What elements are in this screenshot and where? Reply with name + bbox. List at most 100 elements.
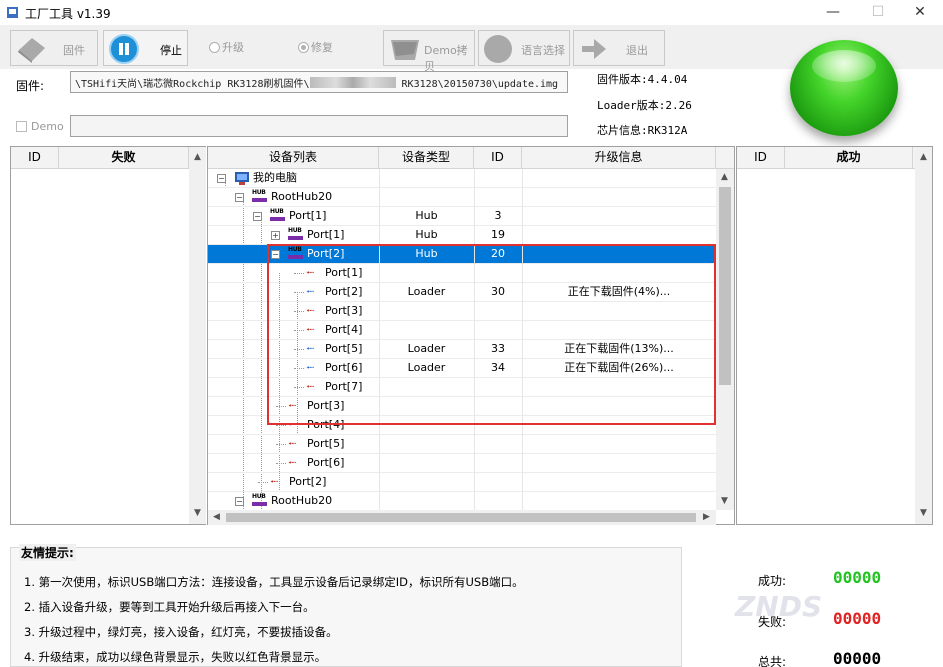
device-id	[474, 188, 522, 207]
device-type	[379, 473, 474, 492]
device-id	[474, 169, 522, 188]
col-id[interactable]: ID	[474, 147, 522, 169]
usb-hub-icon: HUB	[252, 189, 267, 204]
usb-port-icon: ⭪	[288, 437, 297, 450]
demo-copy-icon	[391, 40, 419, 60]
device-v-scrollbar[interactable]: ▲ ▼	[716, 169, 734, 510]
computer-icon	[235, 172, 249, 185]
upgrade-info	[522, 207, 716, 226]
device-tree-row[interactable]: ⭪ Port[2]	[208, 473, 716, 492]
device-h-scrollbar[interactable]: ◀ ▶	[208, 510, 716, 525]
device-tree-row[interactable]: + HUB Port[1] Hub 19	[208, 226, 716, 245]
scroll-up-icon[interactable]: ▲	[189, 149, 206, 166]
device-id	[474, 435, 522, 454]
scroll-up-icon[interactable]: ▲	[915, 149, 932, 166]
fail-count: 00000	[833, 609, 882, 628]
device-tree-row[interactable]: − 我的电脑	[208, 169, 716, 188]
language-icon	[484, 35, 512, 63]
device-name: Port[1]	[307, 228, 345, 241]
total-count-label: 总共:	[758, 655, 787, 667]
scroll-down-icon[interactable]: ▼	[716, 493, 733, 510]
device-name: RootHub20	[271, 494, 333, 507]
device-type	[379, 492, 474, 510]
collapse-icon[interactable]: −	[217, 174, 226, 183]
tips-title: 友情提示:	[19, 544, 76, 561]
collapse-icon[interactable]: −	[235, 497, 244, 506]
upgrade-radio[interactable]: 升级	[209, 39, 244, 55]
device-id: 19	[491, 228, 505, 241]
device-tree-row[interactable]: − HUB Port[1] Hub 3	[208, 207, 716, 226]
demo-path-field[interactable]	[70, 115, 568, 137]
device-id	[474, 492, 522, 510]
stop-button[interactable]: 停止	[103, 30, 188, 66]
redacted-text	[309, 77, 396, 88]
device-name: Port[2]	[289, 475, 327, 488]
scroll-up-icon[interactable]: ▲	[716, 169, 733, 186]
window-title: 工厂工具 v1.39	[25, 7, 111, 21]
device-type	[379, 454, 474, 473]
language-button[interactable]: 语言选择	[478, 30, 570, 66]
exit-button[interactable]: 退出	[573, 30, 665, 66]
upgrade-info	[522, 435, 716, 454]
demo-copy-button[interactable]: Demo拷贝	[383, 30, 475, 73]
device-type: Hub	[415, 228, 438, 241]
device-id: 3	[494, 209, 502, 222]
close-button[interactable]: ✕	[897, 0, 943, 25]
success-col-title[interactable]: 成功	[785, 147, 913, 169]
usb-port-icon: ⭪	[270, 475, 279, 488]
device-name: 我的电脑	[253, 171, 297, 184]
h-scroll-thumb[interactable]	[226, 513, 696, 522]
radio-icon	[209, 42, 220, 53]
usb-hub-icon: HUB	[252, 493, 267, 508]
scroll-left-icon[interactable]: ◀	[208, 509, 225, 526]
device-type	[379, 188, 474, 207]
repair-radio[interactable]: 修复	[298, 39, 333, 55]
success-count-label: 成功:	[758, 574, 787, 588]
arrow-right-icon	[582, 39, 606, 59]
firmware-version: 固件版本:4.4.04	[597, 73, 688, 86]
device-tree-row[interactable]: − HUB RootHub20	[208, 492, 716, 510]
device-name: Port[5]	[307, 437, 345, 450]
col-device-list[interactable]: 设备列表	[208, 147, 379, 169]
success-panel: ID 成功 ▲ ▼	[736, 146, 933, 525]
firmware-path-field[interactable]: \TSHifi天尚\瑞芯微Rockchip RK3128刷机固件\ RK3128…	[70, 71, 568, 93]
scroll-down-icon[interactable]: ▼	[189, 505, 206, 522]
collapse-icon[interactable]: −	[253, 212, 262, 221]
loader-version: Loader版本:2.26	[597, 99, 692, 112]
usb-hub-icon: HUB	[288, 227, 303, 242]
device-tree-row[interactable]: ⭪ Port[6]	[208, 454, 716, 473]
fail-col-title[interactable]: 失败	[59, 147, 189, 169]
scroll-down-icon[interactable]: ▼	[915, 505, 932, 522]
highlight-box	[267, 244, 716, 425]
success-col-id[interactable]: ID	[737, 147, 785, 169]
fail-count-label: 失败:	[758, 615, 787, 629]
status-light-green	[790, 40, 898, 136]
demo-checkbox[interactable]: Demo	[16, 120, 64, 133]
scroll-thumb[interactable]	[719, 187, 731, 385]
pause-icon	[109, 34, 139, 64]
firmware-button[interactable]: 固件	[10, 30, 98, 66]
success-count: 00000	[833, 568, 882, 587]
device-tree-row[interactable]: ⭪ Port[5]	[208, 435, 716, 454]
success-scrollbar[interactable]: ▲ ▼	[915, 147, 932, 524]
col-device-type[interactable]: 设备类型	[379, 147, 474, 169]
checkbox-icon	[16, 121, 27, 132]
tip-4: 4. 升级结束，成功以绿色背景显示，失败以红色背景显示。	[24, 650, 327, 664]
tip-3: 3. 升级过程中，绿灯亮，接入设备，红灯亮，不要拔插设备。	[24, 625, 338, 639]
minimize-button[interactable]: —	[810, 0, 856, 25]
scroll-right-icon[interactable]: ▶	[698, 509, 715, 526]
device-id	[474, 454, 522, 473]
device-name: Port[6]	[307, 456, 345, 469]
device-tree-row[interactable]: − HUB RootHub20	[208, 188, 716, 207]
maximize-button[interactable]: ☐	[855, 0, 901, 25]
device-type	[379, 435, 474, 454]
fail-col-id[interactable]: ID	[11, 147, 59, 169]
tip-2: 2. 插入设备升级，要等到工具开始升级后再接入下一台。	[24, 600, 315, 614]
collapse-icon[interactable]: −	[235, 193, 244, 202]
usb-hub-icon: HUB	[270, 208, 285, 223]
col-upgrade-info[interactable]: 升级信息	[522, 147, 716, 169]
upgrade-info	[522, 188, 716, 207]
device-type: Hub	[415, 209, 438, 222]
expand-icon[interactable]: +	[271, 231, 280, 240]
fail-scrollbar[interactable]: ▲ ▼	[189, 147, 206, 524]
